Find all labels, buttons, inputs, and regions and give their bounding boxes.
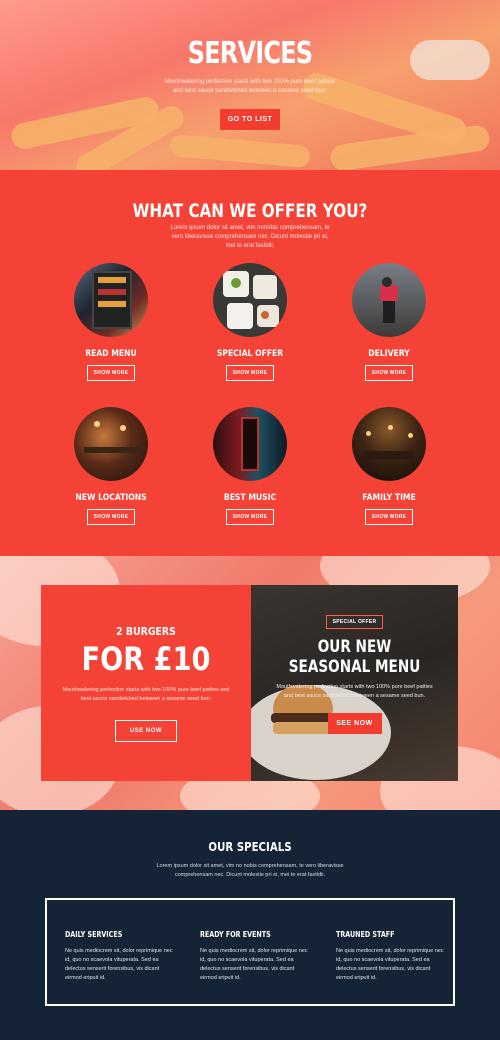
show-more-button[interactable]: SHOW MORE [364,365,414,381]
use-now-button[interactable]: USE NOW [114,720,178,742]
headline-line-2: SEASONAL MENU [288,657,421,677]
service-special-offer: SPECIAL OFFER SHOW MORE [190,263,310,381]
specials-title: OUR SPECIALS [208,840,292,854]
seasonal-description: Mouthwatering perfection starts with two… [276,684,433,699]
column-title: DAILY SERVICES [65,930,123,939]
specials-column: DAILY SERVICES Ne quis mediocrem sit, do… [65,930,175,983]
music-venue-image [213,407,287,481]
seasonal-headline: OUR NEW SEASONAL MENU [272,637,438,677]
hero-section: SERVICES Mouthwatering perfection starts… [0,0,500,170]
service-read-menu: READ MENU SHOW MORE [51,263,171,381]
offer-title: WHAT CAN WE OFFER YOU? [132,200,368,222]
service-label: DELIVERY [368,349,410,359]
service-label: BEST MUSIC [223,493,277,503]
promo-section: 2 BURGERS FOR £10 Mouthwatering perfecti… [0,556,500,810]
column-title: READY FOR EVENTS [200,930,271,939]
column-text: Ne quis mediocrem sit, dolor reprimique … [200,948,308,981]
specials-section: OUR SPECIALS Lorem ipsum dolor sit amet,… [0,810,500,1040]
service-best-music: BEST MUSIC SHOW MORE [190,407,310,525]
column-title: TRAUNED STAFF [336,930,395,939]
deal-small-title: 2 BURGERS [116,625,176,638]
service-label: NEW LOCATIONS [75,493,147,503]
menu-board-image [74,263,148,337]
deal-description: Mouthwatering perfection starts with two… [62,687,230,702]
dining-room-image [352,407,426,481]
offer-section: WHAT CAN WE OFFER YOU? Lorem ipsum dolor… [0,170,500,556]
headline-line-1: OUR NEW [317,637,392,657]
seasonal-menu-card: SPECIAL OFFER OUR NEW SEASONAL MENU Mout… [251,585,458,781]
hero-subtitle: Mouthwatering perfection starts with two… [164,79,336,94]
show-more-button[interactable]: SHOW MORE [225,365,275,381]
service-label: READ MENU [85,349,137,359]
see-now-button[interactable]: SEE NOW [327,713,382,734]
service-label: SPECIAL OFFER [216,349,284,359]
restaurant-interior-image [74,407,148,481]
specials-column: TRAUNED STAFF Ne quis mediocrem sit, dol… [336,930,446,983]
go-to-list-button[interactable]: GO TO LIST [220,109,280,130]
special-offer-tag: SPECIAL OFFER [325,615,384,629]
delivery-rider-image [352,263,426,337]
specials-box: DAILY SERVICES Ne quis mediocrem sit, do… [45,898,455,1006]
column-text: Ne quis mediocrem sit, dolor reprimique … [65,948,173,981]
page-title: SERVICES [187,36,313,71]
show-more-button[interactable]: SHOW MORE [225,509,275,525]
column-text: Ne quis mediocrem sit, dolor reprimique … [336,948,444,981]
deal-big-title: FOR £10 [81,640,211,678]
specials-column: READY FOR EVENTS Ne quis mediocrem sit, … [200,930,310,983]
show-more-button[interactable]: SHOW MORE [364,509,414,525]
service-label: FAMILY TIME [362,493,416,503]
show-more-button[interactable]: SHOW MORE [86,365,136,381]
show-more-button[interactable]: SHOW MORE [86,509,136,525]
offer-subtitle: Lorem ipsum dolor sit amet, vim nonobis … [170,225,330,249]
service-delivery: DELIVERY SHOW MORE [329,263,449,381]
plates-image [213,263,287,337]
fries-decoration [169,133,311,169]
burger-deal-card: 2 BURGERS FOR £10 Mouthwatering perfecti… [41,585,251,781]
specials-subtitle: Lorem ipsum dolor sit amet, vim no nobis… [156,863,344,878]
service-family-time: FAMILY TIME SHOW MORE [329,407,449,525]
service-new-locations: NEW LOCATIONS SHOW MORE [51,407,171,525]
burger-image [273,722,333,734]
